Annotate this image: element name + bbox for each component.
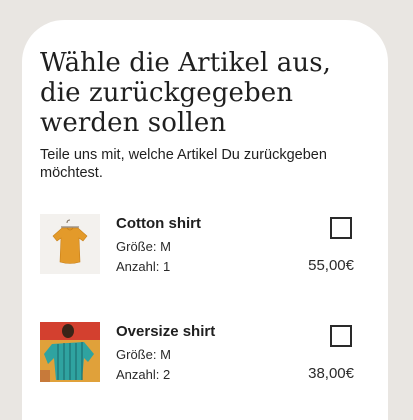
item-size: Größe: M (116, 347, 171, 362)
return-items-screen: Wähle die Artikel aus, die zurückgegeben… (22, 20, 388, 420)
page-subtitle: Teile uns mit, welche Artikel Du zurückg… (40, 147, 327, 181)
list-item[interactable]: Oversize shirt Größe: M Anzahl: 2 38,00€ (40, 310, 370, 400)
select-item-checkbox[interactable] (330, 325, 352, 347)
item-price: 55,00€ (308, 257, 354, 274)
list-item[interactable]: Cotton shirt Größe: M Anzahl: 1 55,00€ (40, 202, 370, 292)
item-name: Cotton shirt (116, 215, 201, 232)
item-name: Oversize shirt (116, 323, 216, 340)
item-quantity: Anzahl: 2 (116, 367, 171, 382)
product-image-cotton-shirt (40, 214, 100, 274)
return-item-list: Cotton shirt Größe: M Anzahl: 1 55,00€ O… (40, 202, 370, 400)
item-price: 38,00€ (308, 365, 354, 382)
select-item-checkbox[interactable] (330, 217, 352, 239)
page-title: Wähle die Artikel aus, die zurückgegeben… (40, 48, 332, 138)
item-quantity: Anzahl: 1 (116, 259, 171, 274)
item-info: Oversize shirt Größe: M Anzahl: 2 (116, 322, 215, 385)
product-image-oversize-shirt (40, 322, 100, 382)
item-size: Größe: M (116, 239, 171, 254)
item-info: Cotton shirt Größe: M Anzahl: 1 (116, 214, 201, 277)
